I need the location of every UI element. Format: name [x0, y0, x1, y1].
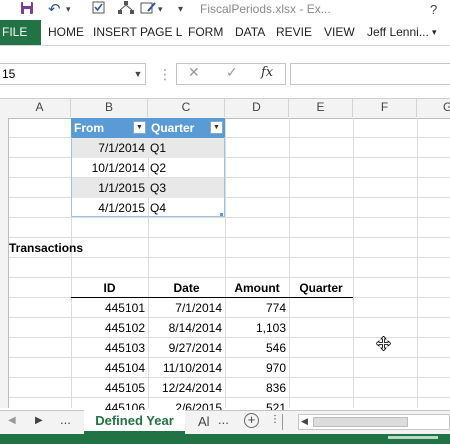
quarter-header[interactable]: Quarter ▼	[148, 118, 225, 138]
more-sheets-left[interactable]: ...	[60, 412, 71, 427]
more-sheets-right[interactable]: ...	[218, 412, 229, 427]
sheet-tab-label: Defined Year	[95, 413, 174, 428]
new-sheet-icon[interactable]: +	[244, 413, 259, 428]
column-header-g[interactable]: G	[417, 98, 450, 117]
cancel-icon[interactable]: ✕	[188, 64, 200, 81]
tab-insert[interactable]: INSERT	[93, 20, 137, 45]
table-resize-handle[interactable]	[220, 213, 223, 216]
table-cell-id[interactable]: 445105	[71, 378, 148, 398]
table-cell-date[interactable]: 9/27/2014	[148, 338, 225, 358]
name-box[interactable]: 15	[0, 63, 146, 85]
from-header[interactable]: From ▼	[71, 118, 148, 138]
column-header-e[interactable]: E	[289, 98, 353, 117]
table-cell-date[interactable]: 7/1/2014	[148, 298, 225, 318]
tab-home[interactable]: HOME	[48, 20, 84, 45]
column-header-d[interactable]: D	[225, 98, 289, 117]
form-edit-icon[interactable]	[140, 1, 156, 18]
table-cell-from[interactable]: 4/1/2015	[71, 198, 148, 218]
table-cell-id[interactable]: 445101	[71, 298, 148, 318]
table-cell-amount[interactable]: 1,103	[225, 318, 289, 338]
user-name[interactable]: Jeff Lenni...	[367, 20, 429, 45]
sheet-tab-all[interactable]: Al	[198, 414, 210, 429]
help-icon[interactable]: ?	[430, 1, 437, 18]
scroll-first-sheet-icon[interactable]: ◀	[8, 415, 16, 426]
table-cell-from[interactable]: 7/1/2014	[71, 138, 148, 158]
tab-data[interactable]: DATA	[235, 20, 265, 45]
table-cell-amount[interactable]: 774	[225, 298, 289, 318]
zoom-slider[interactable]	[388, 436, 438, 439]
amount-header[interactable]: Amount	[225, 278, 289, 298]
table-cell-id[interactable]: 445103	[71, 338, 148, 358]
table-cell-quarter[interactable]: Q3	[148, 178, 225, 198]
tab-review[interactable]: REVIE	[276, 20, 312, 45]
scroll-last-sheet-icon[interactable]: ▶	[35, 415, 43, 426]
table-cell-date[interactable]: 8/14/2014	[148, 318, 225, 338]
form-dropdown-icon[interactable]: ▾	[158, 1, 163, 18]
tab-divider	[282, 414, 283, 430]
from-header-label: From	[74, 121, 104, 135]
table-cell-amount[interactable]: 836	[225, 378, 289, 398]
column-header-c[interactable]: C	[148, 98, 225, 117]
table-cell-amount[interactable]: 970	[225, 358, 289, 378]
row-headers	[0, 118, 9, 408]
table-cell-id[interactable]: 445104	[71, 358, 148, 378]
quarter-header[interactable]: Quarter	[289, 278, 353, 298]
table-cell-from[interactable]: 10/1/2014	[71, 158, 148, 178]
table-cell-date[interactable]: 11/10/2014	[148, 358, 225, 378]
filter-dropdown-icon[interactable]: ▼	[210, 121, 223, 134]
checkbox-form-icon[interactable]	[92, 1, 105, 18]
user-dropdown-icon[interactable]: ▾	[432, 20, 437, 45]
table-cell-quarter[interactable]: Q4	[148, 198, 225, 218]
table-cell-quarter[interactable]: Q2	[148, 158, 225, 178]
formula-bar-grip-icon: ⋮	[158, 66, 172, 82]
horizontal-scrollbar[interactable]: ◀	[298, 414, 450, 430]
tab-split-icon[interactable]: ⋮	[270, 414, 280, 425]
name-box-dropdown-icon[interactable]: ▼	[131, 63, 145, 85]
undo-icon[interactable]: ↶	[48, 1, 61, 18]
save-icon[interactable]	[20, 1, 34, 18]
relationships-icon[interactable]	[118, 1, 134, 18]
tab-formulas[interactable]: FORM	[188, 20, 223, 45]
enter-icon[interactable]: ✓	[226, 64, 238, 81]
scrollbar-thumb[interactable]	[313, 417, 408, 427]
sheet-tab-defined-year[interactable]: Defined Year	[84, 410, 185, 434]
customize-qat-icon[interactable]: ▾	[178, 1, 183, 18]
move-cursor-icon	[375, 335, 392, 354]
table-cell-id[interactable]: 445102	[71, 318, 148, 338]
formula-input[interactable]	[290, 63, 450, 85]
transactions-title[interactable]: Transactions	[9, 238, 83, 258]
file-tab[interactable]: FILE	[0, 20, 41, 45]
scroll-left-icon[interactable]: ◀	[301, 416, 308, 427]
id-header[interactable]: ID	[71, 278, 148, 298]
undo-dropdown-icon[interactable]: ▾	[66, 1, 71, 18]
date-header[interactable]: Date	[148, 278, 225, 298]
column-header-f[interactable]: F	[353, 98, 417, 117]
column-header-a[interactable]: A	[9, 98, 71, 117]
table-cell-quarter[interactable]: Q1	[148, 138, 225, 158]
table-cell-from[interactable]: 1/1/2015	[71, 178, 148, 198]
document-title: FiscalPeriods.xlsx - Ex...	[200, 2, 331, 16]
column-header-b[interactable]: B	[71, 98, 148, 117]
tab-page-layout[interactable]: PAGE L	[140, 20, 182, 45]
tab-view[interactable]: VIEW	[324, 20, 355, 45]
status-bar	[0, 434, 450, 444]
filter-dropdown-icon[interactable]: ▼	[133, 121, 146, 134]
table-cell-amount[interactable]: 546	[225, 338, 289, 358]
quarter-header-label: Quarter	[151, 121, 195, 135]
insert-function-icon[interactable]: fx	[261, 65, 273, 80]
table-cell-date[interactable]: 12/24/2014	[148, 378, 225, 398]
